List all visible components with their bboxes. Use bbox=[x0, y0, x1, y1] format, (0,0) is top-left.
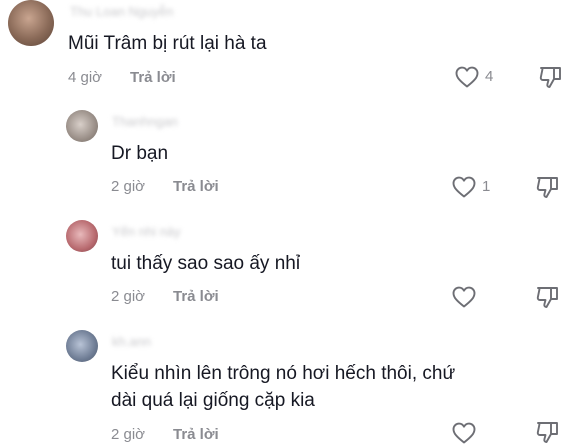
reply-comment-item: kh.ann Kiểu nhìn lên trông nó hơi hếch t… bbox=[0, 320, 580, 444]
comment-time: 2 giờ bbox=[111, 426, 146, 443]
reply-button[interactable]: Trả lời bbox=[173, 426, 219, 443]
heart-outline-icon[interactable] bbox=[452, 176, 476, 198]
comment-item: Thu Loan Nguyễn Mũi Trâm bị rút lại hà t… bbox=[0, 0, 580, 100]
avatar[interactable] bbox=[66, 110, 98, 142]
avatar[interactable] bbox=[66, 330, 98, 362]
like-count: 4 bbox=[485, 68, 494, 85]
reply-comment-item: Thanhngan Dr bạn 2 giờ Trả lời 1 bbox=[0, 100, 580, 210]
comment-username[interactable]: Yến nhi này bbox=[112, 224, 181, 239]
comment-username[interactable]: Thanhngan bbox=[112, 114, 178, 129]
reply-comment-item: Yến nhi này tui thấy sao sao ấy nhỉ 2 gi… bbox=[0, 210, 580, 320]
comment-time: 4 giờ bbox=[68, 69, 103, 86]
heart-outline-icon[interactable] bbox=[455, 66, 479, 88]
avatar[interactable] bbox=[66, 220, 98, 252]
heart-outline-icon[interactable] bbox=[452, 422, 476, 444]
like-count: 1 bbox=[482, 178, 491, 195]
comment-username[interactable]: Thu Loan Nguyễn bbox=[70, 4, 173, 19]
comment-time: 2 giờ bbox=[111, 178, 146, 195]
comment-text: Dr bạn bbox=[111, 143, 169, 164]
thumbs-down-icon[interactable] bbox=[535, 420, 561, 444]
thumbs-down-icon[interactable] bbox=[535, 175, 561, 199]
comment-text: tui thấy sao sao ấy nhỉ bbox=[111, 253, 301, 274]
thumbs-down-icon[interactable] bbox=[538, 65, 564, 89]
reply-button[interactable]: Trả lời bbox=[173, 178, 219, 195]
comment-text: Kiểu nhìn lên trông nó hơi hếch thôi, ch… bbox=[111, 363, 456, 411]
reply-button[interactable]: Trả lời bbox=[173, 288, 219, 305]
avatar[interactable] bbox=[8, 0, 54, 46]
comment-username[interactable]: kh.ann bbox=[112, 334, 151, 349]
heart-outline-icon[interactable] bbox=[452, 286, 476, 308]
comment-text: Mũi Trâm bị rút lại hà ta bbox=[68, 33, 267, 54]
thumbs-down-icon[interactable] bbox=[535, 285, 561, 309]
comment-time: 2 giờ bbox=[111, 288, 146, 305]
reply-button[interactable]: Trả lời bbox=[130, 69, 176, 86]
